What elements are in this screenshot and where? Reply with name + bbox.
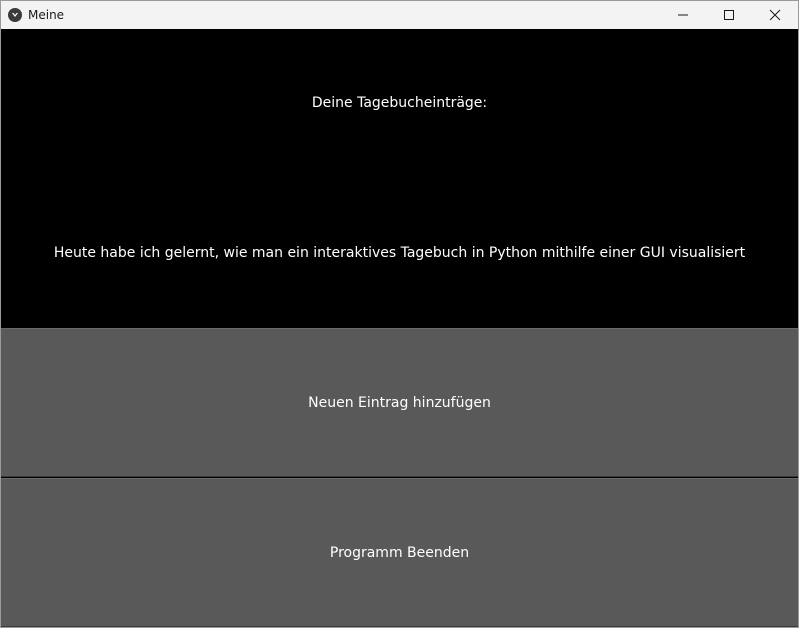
close-button[interactable] bbox=[752, 1, 798, 29]
maximize-button[interactable] bbox=[706, 1, 752, 29]
title-bar[interactable]: Meine bbox=[1, 1, 798, 29]
app-window: Meine Deine Tagebucheinträge: Heute habe… bbox=[0, 0, 799, 628]
add-entry-label: Neuen Eintrag hinzufügen bbox=[308, 394, 491, 411]
window-title: Meine bbox=[28, 8, 65, 22]
minimize-button[interactable] bbox=[660, 1, 706, 29]
window-content: Deine Tagebucheinträge: Heute habe ich g… bbox=[1, 29, 798, 627]
close-icon bbox=[769, 9, 781, 21]
app-icon bbox=[8, 8, 22, 22]
exit-program-label: Programm Beenden bbox=[329, 544, 470, 561]
minimize-icon bbox=[678, 14, 688, 16]
diary-entry: Heute habe ich gelernt, wie man ein inte… bbox=[53, 245, 746, 261]
diary-heading: Deine Tagebucheinträge: bbox=[311, 95, 488, 111]
maximize-icon bbox=[724, 10, 734, 20]
diary-display-area: Deine Tagebucheinträge: Heute habe ich g… bbox=[1, 29, 798, 328]
exit-program-button[interactable]: Programm Beenden bbox=[1, 478, 798, 627]
add-entry-button[interactable]: Neuen Eintrag hinzufügen bbox=[1, 328, 798, 477]
caption-buttons bbox=[660, 1, 798, 29]
